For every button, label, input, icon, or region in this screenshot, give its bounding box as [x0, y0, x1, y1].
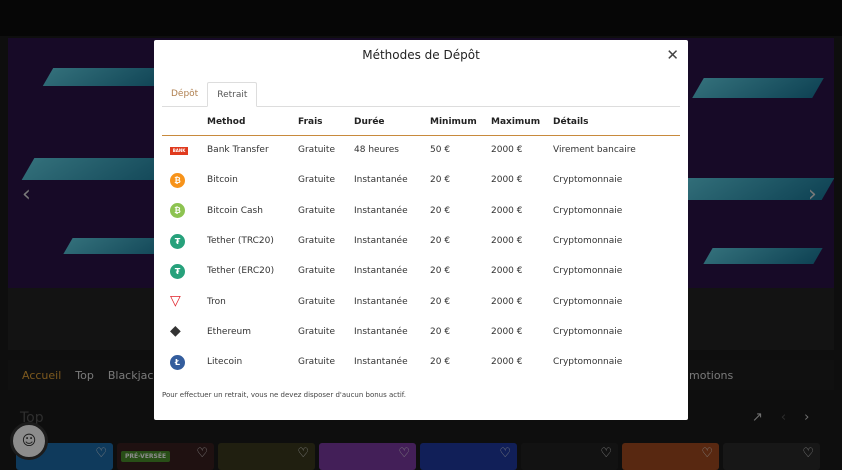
- maximum: 2000 €: [491, 266, 523, 277]
- minimum: 20 €: [430, 205, 451, 216]
- minimum: 20 €: [430, 357, 451, 368]
- maximum: 2000 €: [491, 175, 523, 186]
- col-header-duree: Durée: [354, 110, 430, 136]
- minimum: 20 €: [430, 326, 451, 337]
- modal-tabs: Dépôt Retrait: [162, 82, 680, 107]
- method-name: Tron: [207, 296, 226, 307]
- details: Cryptomonnaie: [553, 266, 623, 277]
- litecoin-icon: Ł: [170, 354, 185, 370]
- details: Cryptomonnaie: [553, 296, 623, 307]
- fee: Gratuite: [298, 205, 335, 216]
- table-row: ◆ Ethereum Gratuite Instantanée 20 € 200…: [162, 317, 680, 347]
- method-name: Ethereum: [207, 326, 251, 337]
- details: Cryptomonnaie: [553, 236, 623, 247]
- duration: Instantanée: [354, 266, 408, 277]
- withdrawal-note: Pour effectuer un retrait, vous ne devez…: [162, 391, 406, 399]
- maximum: 2000 €: [491, 236, 523, 247]
- duration: Instantanée: [354, 175, 408, 186]
- minimum: 20 €: [430, 175, 451, 186]
- duration: Instantanée: [354, 205, 408, 216]
- bitcoin-icon: ₿: [170, 172, 185, 188]
- duration: 48 heures: [354, 145, 399, 156]
- details: Cryptomonnaie: [553, 326, 623, 337]
- method-name: Bitcoin: [207, 175, 238, 186]
- col-header-maximum: Maximum: [491, 110, 553, 136]
- tron-icon: ▽: [170, 293, 181, 310]
- method-name: Litecoin: [207, 357, 243, 368]
- details: Cryptomonnaie: [553, 357, 623, 368]
- table-row: ₿ Bitcoin Cash Gratuite Instantanée 20 €…: [162, 196, 680, 226]
- table-row: ₮ Tether (ERC20) Gratuite Instantanée 20…: [162, 256, 680, 286]
- payment-methods-modal: Méthodes de Dépôt ✕ Dépôt Retrait Method…: [154, 40, 688, 420]
- modal-title: Méthodes de Dépôt: [362, 48, 480, 62]
- table-row: Ł Litecoin Gratuite Instantanée 20 € 200…: [162, 347, 680, 377]
- maximum: 2000 €: [491, 357, 523, 368]
- tether-icon: ₮: [170, 233, 185, 249]
- details: Cryptomonnaie: [553, 205, 623, 216]
- method-name: Bitcoin Cash: [207, 205, 263, 216]
- table-header-row: Method Frais Durée Minimum Maximum Détai…: [162, 110, 680, 136]
- minimum: 20 €: [430, 296, 451, 307]
- minimum: 20 €: [430, 236, 451, 247]
- close-icon[interactable]: ✕: [666, 46, 679, 64]
- fee: Gratuite: [298, 357, 335, 368]
- duration: Instantanée: [354, 357, 408, 368]
- col-header-minimum: Minimum: [430, 110, 491, 136]
- table-row: ₮ Tether (TRC20) Gratuite Instantanée 20…: [162, 226, 680, 256]
- fee: Gratuite: [298, 296, 335, 307]
- tab-depot[interactable]: Dépôt: [162, 82, 207, 106]
- ethereum-icon: ◆: [170, 323, 181, 340]
- method-name: Tether (ERC20): [207, 266, 275, 277]
- fee: Gratuite: [298, 326, 335, 337]
- duration: Instantanée: [354, 236, 408, 247]
- maximum: 2000 €: [491, 205, 523, 216]
- details: Cryptomonnaie: [553, 175, 623, 186]
- method-name: Tether (TRC20): [207, 236, 274, 247]
- methods-table: Method Frais Durée Minimum Maximum Détai…: [162, 110, 680, 377]
- col-header-frais: Frais: [298, 110, 354, 136]
- tab-retrait[interactable]: Retrait: [207, 82, 258, 107]
- fee: Gratuite: [298, 145, 335, 156]
- table-row: BANK Bank Transfer Gratuite 48 heures 50…: [162, 135, 680, 165]
- fee: Gratuite: [298, 266, 335, 277]
- minimum: 20 €: [430, 266, 451, 277]
- col-header-method: Method: [207, 110, 298, 136]
- minimum: 50 €: [430, 145, 451, 156]
- col-header-icon: [162, 110, 207, 136]
- details: Virement bancaire: [553, 145, 636, 156]
- maximum: 2000 €: [491, 326, 523, 337]
- table-row: ▽ Tron Gratuite Instantanée 20 € 2000 € …: [162, 286, 680, 316]
- maximum: 2000 €: [491, 145, 523, 156]
- method-name: Bank Transfer: [207, 145, 269, 156]
- bank-transfer-icon: BANK: [170, 147, 188, 156]
- duration: Instantanée: [354, 296, 408, 307]
- bitcoin-cash-icon: ₿: [170, 203, 185, 219]
- fee: Gratuite: [298, 236, 335, 247]
- fee: Gratuite: [298, 175, 335, 186]
- col-header-details: Détails: [553, 110, 680, 136]
- table-row: ₿ Bitcoin Gratuite Instantanée 20 € 2000…: [162, 165, 680, 195]
- tether-icon: ₮: [170, 263, 185, 279]
- maximum: 2000 €: [491, 296, 523, 307]
- duration: Instantanée: [354, 326, 408, 337]
